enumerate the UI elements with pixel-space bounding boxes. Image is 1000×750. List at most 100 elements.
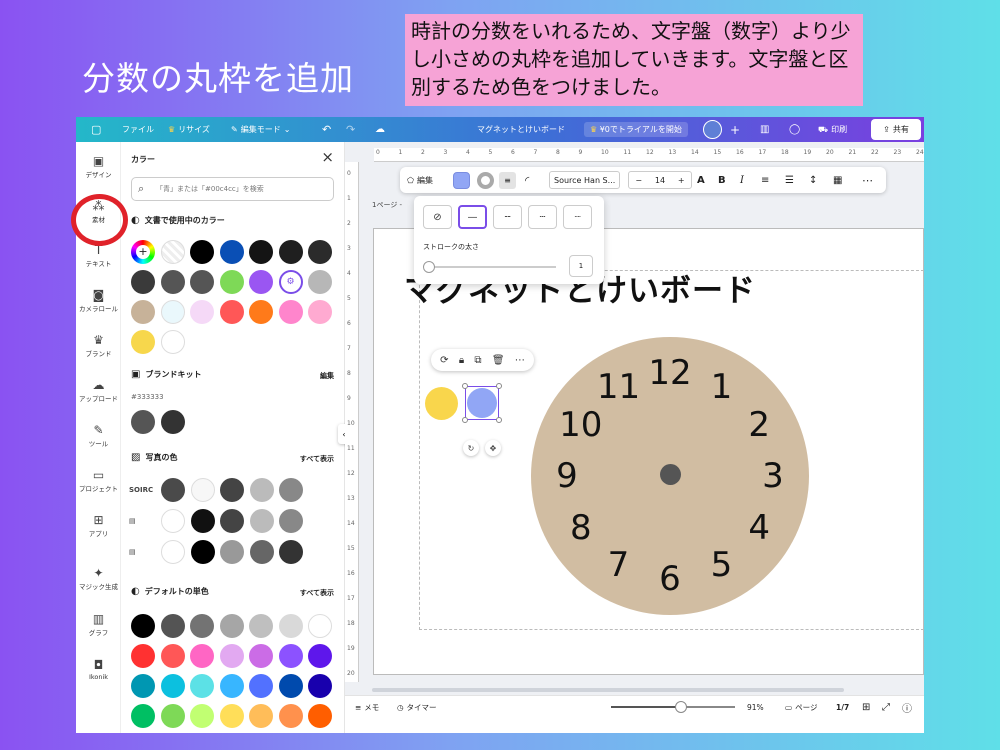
color-swatch[interactable] [308, 240, 332, 264]
stroke-dotted-option[interactable]: ┈ [563, 205, 592, 229]
brand-color-swatch[interactable] [131, 410, 155, 434]
timer-button[interactable]: ◷ タイマー [397, 696, 437, 718]
color-search-input[interactable]: ⌕ 「青」または「#00c4cc」を検索 [131, 177, 334, 201]
stroke-solid-option[interactable]: — [458, 205, 487, 229]
rail-item-projects[interactable]: ▭ プロジェクト [76, 468, 121, 493]
default-color-swatch[interactable] [131, 704, 155, 728]
color-swatch[interactable] [249, 300, 273, 324]
clock-number[interactable]: 5 [711, 548, 733, 582]
add-collaborator-icon[interactable]: + [730, 117, 740, 142]
duplicate-icon[interactable]: ⧉ [474, 355, 481, 366]
help-icon[interactable]: ⓘ [902, 696, 912, 718]
comment-icon[interactable]: ◯ [789, 117, 800, 142]
photo-color-swatch[interactable] [249, 540, 274, 564]
notes-button[interactable]: ≡ メモ [355, 696, 379, 718]
grid-view-icon[interactable]: ⊞ [862, 696, 870, 718]
decrease-size[interactable]: − [635, 176, 642, 185]
default-color-swatch[interactable] [249, 644, 273, 668]
color-swatch[interactable] [278, 300, 303, 324]
edit-mode-dropdown[interactable]: ✎ 編集モード ⌄ [231, 117, 290, 142]
resize-handle[interactable] [496, 383, 502, 389]
photo-color-swatch[interactable] [161, 509, 185, 533]
clock-number[interactable]: 12 [648, 356, 691, 390]
zoom-value[interactable]: 91% [747, 696, 764, 718]
default-color-swatch[interactable] [160, 614, 185, 638]
color-swatch[interactable] [249, 270, 273, 294]
sidebar-toggle-icon[interactable]: ▢ [91, 117, 101, 142]
color-swatch[interactable] [190, 300, 214, 324]
clock-number[interactable]: 2 [748, 408, 770, 442]
photo-color-swatch[interactable] [161, 478, 185, 502]
more-icon[interactable]: ⋯ [515, 355, 525, 366]
rail-item-magic[interactable]: ✦ マジック生成 [76, 566, 121, 591]
color-swatch[interactable] [131, 300, 155, 324]
fullscreen-icon[interactable]: ⤢ [882, 696, 890, 718]
color-swatch[interactable] [219, 270, 244, 294]
transparent-swatch[interactable] [160, 240, 185, 264]
stroke-short-dash-option[interactable]: ┄ [528, 205, 557, 229]
default-color-swatch[interactable] [278, 674, 303, 698]
avatar[interactable] [703, 117, 722, 142]
photo-color-swatch[interactable] [190, 540, 215, 564]
default-color-swatch[interactable] [190, 674, 214, 698]
print-button[interactable]: ⛟ 印刷 [818, 117, 847, 142]
stroke-slider-knob[interactable] [423, 261, 435, 273]
clock-number[interactable]: 3 [762, 459, 784, 493]
undo-icon[interactable]: ↶ [322, 117, 331, 142]
trial-button[interactable]: ♛ ¥0でトライアルを開始 [584, 122, 688, 137]
rail-item-apps[interactable]: ⊞ アプリ [76, 513, 121, 538]
cloud-save-icon[interactable]: ☁ [375, 117, 385, 142]
default-color-swatch[interactable] [278, 704, 303, 728]
default-color-swatch[interactable] [249, 674, 273, 698]
rail-item-chart[interactable]: ▥ グラフ [76, 612, 121, 637]
photo-color-swatch[interactable] [220, 509, 244, 533]
add-color-button[interactable]: + [131, 240, 155, 264]
border-color-swatch[interactable] [477, 167, 494, 193]
list-icon[interactable]: ☰ [785, 167, 794, 193]
default-color-swatch[interactable] [278, 644, 303, 668]
color-swatch[interactable] [249, 240, 273, 264]
document-title[interactable]: マグネットとけいボード [477, 117, 565, 142]
color-swatch[interactable] [160, 330, 185, 354]
lock-icon[interactable]: 🔒︎ [459, 355, 464, 366]
clock-number[interactable]: 11 [597, 370, 640, 404]
color-swatch[interactable]: ⚙ [278, 270, 303, 294]
insights-icon[interactable]: ▥ [760, 117, 769, 142]
color-swatch[interactable] [308, 270, 332, 294]
color-swatch[interactable] [278, 240, 303, 264]
align-icon[interactable]: ≡ [761, 167, 769, 193]
fill-color-swatch[interactable] [453, 167, 470, 193]
clock-number[interactable]: 1 [711, 370, 733, 404]
photo-thumbnail[interactable]: ▤ [129, 517, 136, 525]
close-icon[interactable]: × [321, 148, 334, 166]
default-color-swatch[interactable] [219, 674, 244, 698]
default-color-swatch[interactable] [160, 704, 185, 728]
stroke-weight-input[interactable]: 1 [569, 255, 593, 277]
refresh-icon[interactable]: ⟳ [440, 355, 448, 366]
photo-color-swatch[interactable] [190, 509, 215, 533]
default-color-swatch[interactable] [131, 614, 155, 638]
color-swatch[interactable] [160, 300, 185, 324]
clock-number[interactable]: 8 [570, 511, 592, 545]
default-color-swatch[interactable] [249, 614, 273, 638]
brand-color-swatch[interactable] [160, 410, 185, 434]
rail-item-text[interactable]: T テキスト [76, 243, 121, 268]
color-swatch[interactable] [219, 300, 244, 324]
text-color-icon[interactable]: A [697, 167, 705, 193]
trash-icon[interactable]: 🗑︎ [492, 355, 505, 366]
font-size-value[interactable]: 14 [655, 176, 665, 185]
default-color-swatch[interactable] [278, 614, 303, 638]
photo-thumbnail[interactable]: ▤ [129, 548, 136, 556]
rail-item-upload[interactable]: ☁ アップロード [76, 378, 121, 403]
color-swatch[interactable] [160, 270, 185, 294]
increase-size[interactable]: + [678, 176, 685, 185]
move-icon[interactable]: ✥ [485, 440, 501, 456]
italic-button[interactable]: I [740, 167, 744, 193]
default-color-swatch[interactable] [219, 644, 244, 668]
horizontal-scrollbar[interactable] [372, 688, 844, 692]
transparency-icon[interactable]: ▦ [833, 167, 842, 193]
clock-center-dot[interactable] [660, 464, 681, 485]
color-swatch[interactable] [219, 240, 244, 264]
page-count[interactable]: 1/7 [836, 696, 849, 718]
font-size-stepper[interactable]: − 14 + [628, 171, 692, 189]
